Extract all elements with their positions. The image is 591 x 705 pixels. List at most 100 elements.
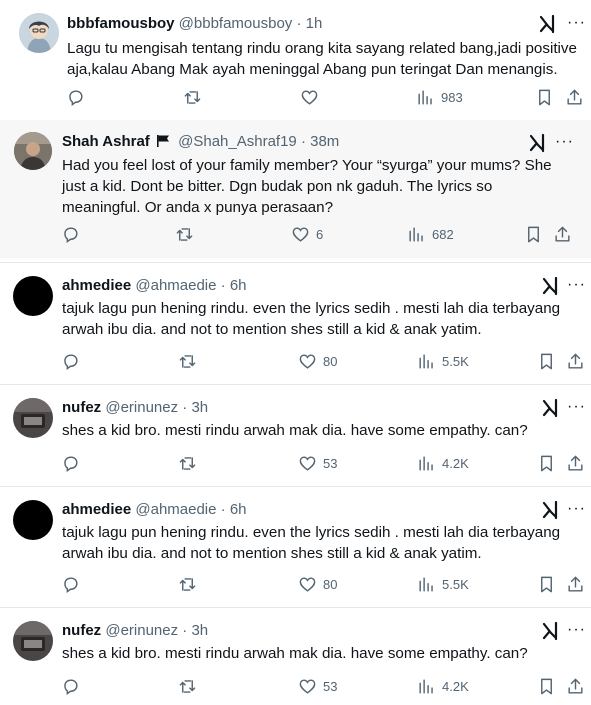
more-icon[interactable]: ··· [555,133,574,151]
avatar[interactable] [13,398,53,438]
like-icon [299,456,316,471]
more-icon[interactable]: ··· [567,276,586,294]
retweet-icon [179,680,196,693]
avatar[interactable] [13,276,53,316]
like-button[interactable]: 80 [298,575,337,594]
user-handle[interactable]: @erinunez [105,399,178,416]
tweet-text-line: tajuk lagu pun hening rindu. even the ly… [62,300,561,317]
bookmark-icon [541,455,552,472]
retweet-button[interactable] [178,454,197,473]
share-button[interactable] [566,454,585,473]
avatar[interactable] [13,500,53,540]
share-button[interactable] [566,677,585,696]
reply-icon [64,354,78,371]
display-name[interactable]: Shah Ashraf [62,133,150,150]
retweet-icon [184,91,201,104]
views-button[interactable]: 983 [416,88,463,107]
more-icon[interactable]: ··· [567,500,586,518]
like-count: 53 [323,679,338,694]
timestamp[interactable]: 38m [310,133,339,150]
like-button[interactable]: 6 [291,225,323,244]
tweet[interactable]: bbbfamousboy @bbbfamousboy · 1h ··· Lagu… [0,0,591,118]
timestamp[interactable]: 6h [230,277,247,294]
views-icon [419,679,433,694]
timestamp[interactable]: 1h [306,15,323,32]
views-button[interactable]: 4.2K [417,454,469,473]
views-count: 682 [432,227,454,242]
reply-button[interactable] [61,225,80,244]
tweet-text-line: just a kid. Dont be bitter. Dgn budak po… [62,178,493,195]
more-icon[interactable]: ··· [567,398,586,416]
views-icon [419,456,433,471]
grok-icon[interactable] [538,14,558,39]
tweet[interactable]: Shah Ashraf @Shah_Ashraf19 · 38m ··· Had… [0,120,591,258]
tweet[interactable]: nufez @erinunez · 3h ··· shes a kid bro.… [0,608,591,705]
like-button[interactable]: 80 [298,352,337,371]
like-button[interactable]: 53 [298,454,337,473]
retweet-button[interactable] [183,88,202,107]
avatar[interactable] [19,13,59,53]
user-handle[interactable]: @erinunez [105,622,178,639]
display-name[interactable]: ahmediee [62,501,131,518]
timestamp[interactable]: 3h [191,622,208,639]
retweet-button[interactable] [178,352,197,371]
retweet-button[interactable] [178,575,197,594]
share-button[interactable] [566,352,585,371]
more-icon[interactable]: ··· [567,14,586,32]
tweet-text: shes a kid bro. mesti rindu arwah mak di… [62,643,582,664]
bookmark-button[interactable] [535,88,554,107]
reply-button[interactable] [61,352,80,371]
user-handle[interactable]: @bbbfamousboy [179,15,293,32]
tweet-text-line: tajuk lagu pun hening rindu. even the ly… [62,524,561,541]
bookmark-icon [539,89,550,106]
bookmark-button[interactable] [537,575,556,594]
views-button[interactable]: 5.5K [417,352,469,371]
views-button[interactable]: 4.2K [417,677,469,696]
tweet[interactable]: nufez @erinunez · 3h ··· shes a kid bro.… [0,385,591,485]
bookmark-button[interactable] [537,352,556,371]
more-icon[interactable]: ··· [567,621,586,639]
bookmark-button[interactable] [537,454,556,473]
display-name[interactable]: nufez [62,622,101,639]
reply-button[interactable] [61,575,80,594]
retweet-icon [179,457,196,470]
share-button[interactable] [565,88,584,107]
user-handle[interactable]: @ahmaedie [135,277,216,294]
views-button[interactable]: 682 [407,225,454,244]
user-handle[interactable]: @ahmaedie [135,501,216,518]
timestamp[interactable]: 3h [191,399,208,416]
bookmark-button[interactable] [524,225,543,244]
display-name[interactable]: ahmediee [62,277,131,294]
views-button[interactable]: 5.5K [417,575,469,594]
views-icon [419,577,433,592]
reply-button[interactable] [66,88,85,107]
timestamp[interactable]: 6h [230,501,247,518]
share-icon [568,576,583,592]
bookmark-button[interactable] [537,677,556,696]
like-button[interactable] [300,88,325,107]
views-icon [409,227,423,242]
separator-dot: · [220,277,226,294]
user-handle[interactable]: @Shah_Ashraf19 [178,133,297,150]
reply-button[interactable] [61,677,80,696]
share-button[interactable] [553,225,572,244]
reply-icon [64,679,78,696]
avatar[interactable] [14,132,52,170]
avatar[interactable] [13,621,53,661]
like-icon [299,679,316,694]
tweet-text: Lagu tu mengisah tentang rindu orang kit… [67,38,577,80]
tweet-text-line: shes a kid bro. mesti rindu arwah mak di… [62,645,528,662]
retweet-button[interactable] [178,677,197,696]
tweet-text-line: shes a kid bro. mesti rindu arwah mak di… [62,422,528,439]
tweet[interactable]: ahmediee @ahmaedie · 6h ··· tajuk lagu p… [0,487,591,606]
like-button[interactable]: 53 [298,677,337,696]
share-icon [568,678,583,694]
tweet[interactable]: ahmediee @ahmaedie · 6h ··· tajuk lagu p… [0,263,591,384]
retweet-button[interactable] [175,225,194,244]
display-name[interactable]: bbbfamousboy [67,15,175,32]
like-count: 53 [323,456,338,471]
views-count: 4.2K [442,456,469,471]
display-name[interactable]: nufez [62,399,101,416]
reply-button[interactable] [61,454,80,473]
share-button[interactable] [566,575,585,594]
